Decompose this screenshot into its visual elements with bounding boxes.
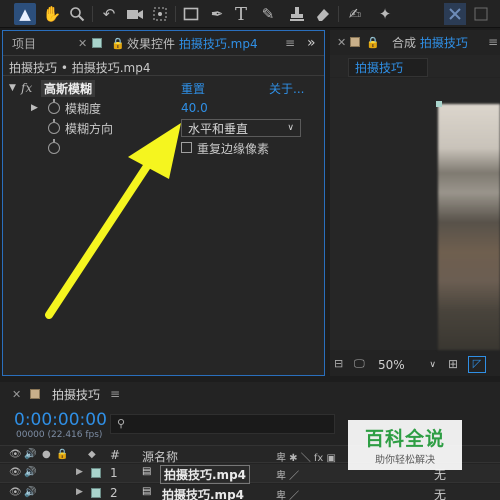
magnify-toggle-icon[interactable]: ⊟ [334, 357, 343, 370]
panel-menu-icon[interactable]: ≡ [488, 35, 498, 49]
pen-tool-icon[interactable]: ✒ [206, 3, 228, 25]
solo-icon[interactable]: ● [42, 449, 51, 460]
grid-toggle-icon[interactable]: ⊞ [448, 357, 458, 371]
watermark-subtitle: 助你轻松解决 [375, 455, 435, 466]
file-icon: ▤ [142, 486, 152, 497]
zoom-tool-icon[interactable] [66, 3, 88, 25]
layer-number: 1 [110, 466, 118, 480]
rotation-tool-icon[interactable]: ↶ [98, 3, 120, 25]
watermark-title: 百科全说 [364, 428, 445, 450]
column-source-name[interactable]: 源名称 [142, 448, 178, 465]
effect-controls-panel: 项目 ✕ 🔒 效果控件 拍摄技巧.mp4 ≡ » 拍摄技巧 • 拍摄技巧.mp4… [2, 30, 325, 376]
pan-behind-tool-icon[interactable] [149, 3, 171, 25]
composition-panel: ✕ 🔒 合成 拍摄技巧 ≡ 拍摄技巧 ⊟ 🖵 50% ∨ ⊞ ◸ [330, 30, 500, 376]
hand-tool-icon[interactable]: ✋ [41, 3, 63, 25]
switches-icon[interactable]: 卑 ／ [276, 467, 299, 482]
type-tool-icon[interactable]: T [230, 3, 252, 25]
monitor-icon[interactable]: 🖵 [354, 357, 365, 371]
eraser-tool-icon[interactable] [312, 3, 334, 25]
tab-timeline[interactable]: 拍摄技巧 [52, 386, 100, 403]
speaker-icon[interactable]: 🔊 [24, 487, 36, 498]
blurred-video-frame [438, 104, 500, 350]
tab-composition[interactable]: 合成 拍摄技巧 [392, 34, 468, 51]
timecode[interactable]: 0:00:00:00 [14, 410, 107, 430]
speaker-icon[interactable]: 🔊 [24, 467, 36, 478]
layer-search-input[interactable]: ⚲ [110, 414, 335, 434]
toolbar-separator [92, 6, 93, 22]
mask-visibility-icon[interactable]: ◸ [468, 356, 486, 373]
panel-menu-icon[interactable]: ≡ [110, 387, 120, 401]
zoom-dropdown[interactable]: 50% ∨ [374, 356, 440, 374]
eye-icon[interactable]: 👁 [9, 467, 22, 478]
axis-mode-icon[interactable] [470, 3, 492, 25]
lock-icon[interactable]: 🔒 [366, 36, 380, 49]
layer-number: 2 [110, 486, 118, 500]
video-visibility-icon[interactable]: 👁 [9, 449, 22, 460]
label-color-swatch [30, 389, 40, 399]
comp-panel-tabs: ✕ 🔒 合成 拍摄技巧 ≡ [330, 30, 500, 54]
camera-tool-icon[interactable] [124, 3, 146, 25]
comp-subtab-bar: 拍摄技巧 [330, 55, 500, 77]
comp-viewer[interactable] [330, 78, 500, 350]
puppet-pin-tool-icon[interactable]: ✦ [374, 3, 396, 25]
expand-triangle-icon[interactable]: ▶ [76, 467, 83, 477]
workspace-icon[interactable] [444, 3, 466, 25]
comp-subtab[interactable]: 拍摄技巧 [348, 58, 428, 77]
tab-composition-name: 拍摄技巧 [419, 35, 468, 50]
toolbar: ▲ ✋ ↶ ✒ T ✎ ✍ ✦ [0, 0, 500, 28]
search-icon: ⚲ [117, 417, 126, 430]
annotation-arrow [45, 123, 181, 319]
layer-name[interactable]: 拍摄技巧.mp4 [160, 465, 251, 484]
file-icon: ▤ [142, 466, 152, 477]
viewer-controls: ⊟ 🖵 50% ∨ ⊞ ◸ [330, 354, 500, 376]
expand-triangle-icon[interactable]: ▶ [76, 487, 83, 497]
label-color-swatch [350, 37, 360, 47]
toolbar-separator [175, 6, 176, 22]
frame-info: 00000 (22.416 fps) [16, 430, 103, 440]
label-color-swatch[interactable] [91, 468, 101, 478]
watermark-logo: 百科全说 助你轻松解决 [348, 420, 462, 470]
rectangle-tool-icon[interactable] [180, 3, 202, 25]
lock-icon[interactable]: 🔒 [56, 449, 68, 460]
chevron-down-icon: ∨ [429, 360, 436, 370]
clone-stamp-tool-icon[interactable] [286, 3, 308, 25]
audio-icon[interactable]: 🔊 [24, 449, 36, 460]
close-tab-icon[interactable]: ✕ [337, 36, 346, 49]
toolbar-separator [338, 6, 339, 22]
switches-icon[interactable]: 卑 ／ [276, 487, 299, 500]
zoom-value: 50% [378, 358, 405, 372]
label-tag-icon[interactable]: ◆ [88, 449, 96, 460]
table-row[interactable]: 👁 🔊 ▶ 2 ▤ 拍摄技巧.mp4 卑 ／ 无 [0, 484, 500, 500]
switches-icon[interactable]: 卑 ✱ ＼ fx ▣ [276, 449, 336, 464]
column-number: # [110, 448, 121, 462]
label-color-swatch[interactable] [91, 488, 101, 498]
roto-brush-tool-icon[interactable]: ✍ [344, 3, 366, 25]
close-tab-icon[interactable]: ✕ [12, 388, 21, 401]
eye-icon[interactable]: 👁 [9, 487, 22, 498]
layer-handle[interactable] [436, 101, 442, 107]
brush-tool-icon[interactable]: ✎ [257, 3, 279, 25]
timeline-tabs: ✕ 拍摄技巧 ≡ [0, 382, 500, 406]
layer-name[interactable]: 拍摄技巧.mp4 [162, 486, 244, 500]
selection-tool-icon[interactable]: ▲ [14, 3, 36, 25]
parent-value[interactable]: 无 [434, 486, 446, 500]
tab-composition-prefix: 合成 [392, 35, 417, 50]
